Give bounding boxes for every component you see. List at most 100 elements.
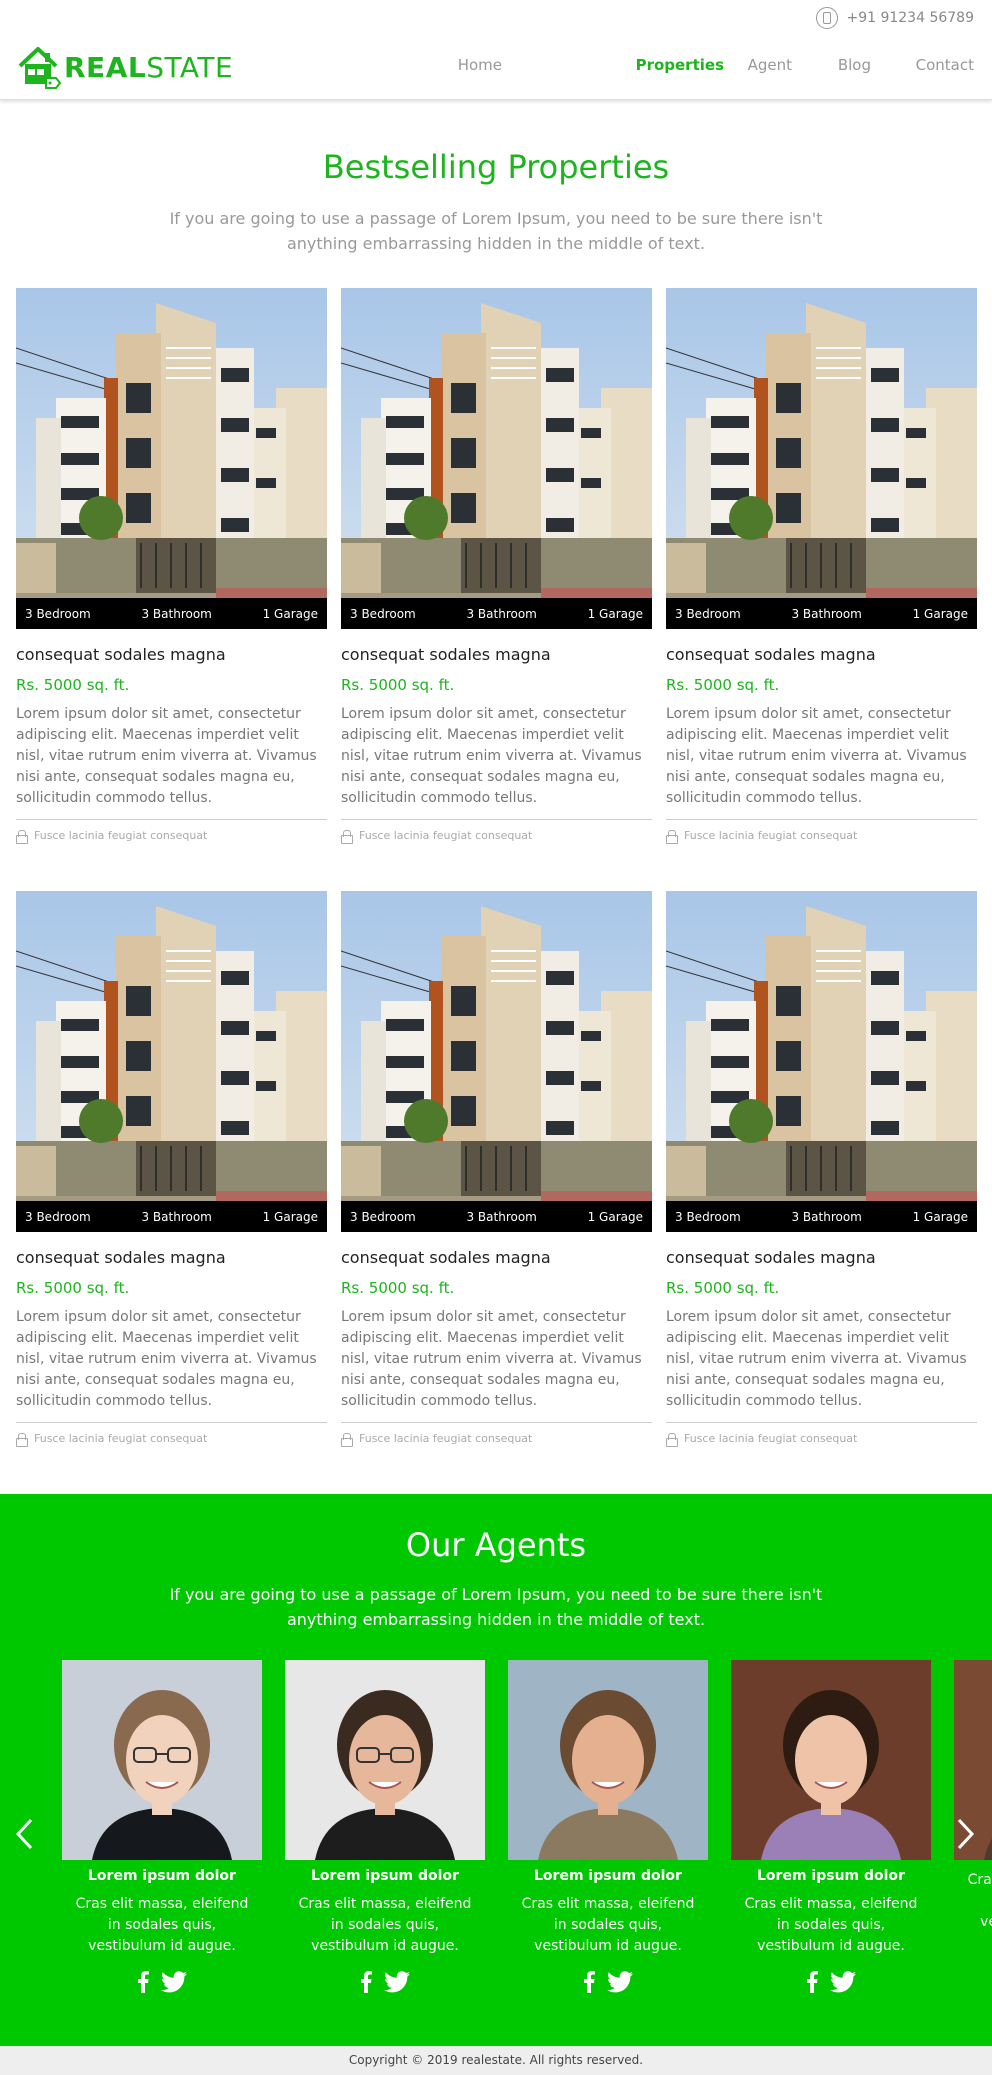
- bathroom-count: 3 Bathroom: [466, 606, 537, 621]
- agent-card[interactable]: Lorem ipsum dolor Cras elit massa, eleif…: [508, 1660, 708, 1993]
- agent-description: Cras elit massa, eleifend in sodales qui…: [967, 1872, 992, 1930]
- twitter-icon[interactable]: [161, 1971, 187, 1993]
- nav-home[interactable]: Home: [442, 56, 502, 74]
- carousel-next-arrow[interactable]: [954, 1814, 978, 1854]
- twitter-icon[interactable]: [830, 1971, 856, 1993]
- garage-count: 1 Garage: [912, 606, 968, 621]
- house-logo-icon: [18, 47, 62, 89]
- nav-agent[interactable]: Agent: [732, 56, 792, 74]
- navbar: REALSTATE Home Properties Agent Blog Con…: [0, 36, 992, 100]
- property-features: 3 Bedroom 3 Bathroom 1 Garage: [16, 598, 327, 629]
- agent-card[interactable]: Lorem ipsum dolor Cras elit massa, eleif…: [731, 1660, 931, 1993]
- bestselling-title: Bestselling Properties: [322, 148, 670, 186]
- facebook-icon[interactable]: [137, 1971, 149, 1993]
- nav-contact[interactable]: Contact: [904, 56, 974, 74]
- property-title[interactable]: consequat sodales magna: [16, 1248, 327, 1267]
- twitter-icon[interactable]: [607, 1971, 633, 1993]
- phone-number: +91 91234 56789: [846, 10, 974, 26]
- property-card[interactable]: 3 Bedroom 3 Bathroom 1 Garage consequat …: [341, 288, 652, 844]
- facebook-icon[interactable]: [583, 1971, 595, 1993]
- property-footer: Fusce lacinia feugiat consequat: [341, 1432, 652, 1447]
- building-photo: [16, 288, 327, 629]
- bedroom-count: 3 Bedroom: [25, 606, 91, 621]
- property-price: Rs. 5000 sq. ft.: [16, 676, 130, 694]
- bathroom-count: 3 Bathroom: [791, 1209, 862, 1224]
- agent-description: Cras elit massa, eleifend in sodales qui…: [75, 1896, 249, 1954]
- agent-photo[interactable]: [731, 1660, 931, 1860]
- property-title[interactable]: consequat sodales magna: [341, 1248, 652, 1267]
- agent-photo[interactable]: [285, 1660, 485, 1860]
- carousel-prev-arrow[interactable]: [12, 1814, 36, 1854]
- card-divider: [341, 1422, 652, 1423]
- bedroom-count: 3 Bedroom: [675, 1209, 741, 1224]
- property-image[interactable]: 3 Bedroom 3 Bathroom 1 Garage: [666, 891, 977, 1232]
- property-image[interactable]: 3 Bedroom 3 Bathroom 1 Garage: [341, 288, 652, 629]
- bathroom-count: 3 Bathroom: [141, 1209, 212, 1224]
- agent-portrait: [508, 1660, 708, 1860]
- property-title[interactable]: consequat sodales magna: [341, 645, 652, 664]
- garage-count: 1 Garage: [262, 1209, 318, 1224]
- property-card[interactable]: 3 Bedroom 3 Bathroom 1 Garage consequat …: [666, 288, 977, 844]
- agent-portrait: [285, 1660, 485, 1860]
- property-price: Rs. 5000 sq. ft.: [16, 1279, 130, 1297]
- property-description: Lorem ipsum dolor sit amet, consectetur …: [16, 1309, 317, 1409]
- nav-properties[interactable]: Properties: [614, 56, 724, 74]
- property-description: Lorem ipsum dolor sit amet, consectetur …: [341, 706, 642, 806]
- property-image[interactable]: 3 Bedroom 3 Bathroom 1 Garage: [666, 288, 977, 629]
- property-footer-text: Fusce lacinia feugiat consequat: [684, 829, 858, 842]
- building-photo: [666, 891, 977, 1232]
- footer-copyright: Copyright © 2019 realestate. All rights …: [0, 2046, 992, 2075]
- property-description: Lorem ipsum dolor sit amet, consectetur …: [666, 706, 967, 806]
- agent-card[interactable]: Lorem ipsum dolor Cras elit massa, eleif…: [62, 1660, 262, 1993]
- property-title[interactable]: consequat sodales magna: [16, 645, 327, 664]
- property-features: 3 Bedroom 3 Bathroom 1 Garage: [666, 1201, 977, 1232]
- bathroom-count: 3 Bathroom: [791, 606, 862, 621]
- lock-icon: [341, 1432, 353, 1447]
- garage-count: 1 Garage: [587, 606, 643, 621]
- lock-icon: [666, 829, 678, 844]
- property-image[interactable]: 3 Bedroom 3 Bathroom 1 Garage: [341, 891, 652, 1232]
- top-bar: +91 91234 56789: [0, 0, 992, 36]
- bathroom-count: 3 Bathroom: [466, 1209, 537, 1224]
- property-footer: Fusce lacinia feugiat consequat: [16, 1432, 327, 1447]
- agents-title: Our Agents: [405, 1526, 587, 1564]
- bedroom-count: 3 Bedroom: [25, 1209, 91, 1224]
- property-footer: Fusce lacinia feugiat consequat: [666, 829, 977, 844]
- agent-name: Lorem ipsum dolor: [311, 1868, 459, 1884]
- facebook-icon[interactable]: [360, 1971, 372, 1993]
- twitter-icon[interactable]: [384, 1971, 410, 1993]
- bestselling-subtitle: If you are going to use a passage of Lor…: [169, 209, 823, 253]
- building-photo: [341, 288, 652, 629]
- property-features: 3 Bedroom 3 Bathroom 1 Garage: [666, 598, 977, 629]
- property-card[interactable]: 3 Bedroom 3 Bathroom 1 Garage consequat …: [16, 288, 327, 844]
- facebook-icon[interactable]: [806, 1971, 818, 1993]
- property-card[interactable]: 3 Bedroom 3 Bathroom 1 Garage consequat …: [341, 891, 652, 1447]
- property-title[interactable]: consequat sodales magna: [666, 1248, 977, 1267]
- property-card[interactable]: 3 Bedroom 3 Bathroom 1 Garage consequat …: [666, 891, 977, 1447]
- agent-photo[interactable]: [508, 1660, 708, 1860]
- phone-contact[interactable]: +91 91234 56789: [816, 7, 974, 29]
- logo[interactable]: REALSTATE: [16, 44, 233, 90]
- property-footer: Fusce lacinia feugiat consequat: [341, 829, 652, 844]
- building-photo: [341, 891, 652, 1232]
- property-footer-text: Fusce lacinia feugiat consequat: [34, 829, 208, 842]
- agent-name: Lorem ipsum dolor: [534, 1868, 682, 1884]
- property-footer-text: Fusce lacinia feugiat consequat: [359, 1432, 533, 1445]
- property-image[interactable]: 3 Bedroom 3 Bathroom 1 Garage: [16, 288, 327, 629]
- bedroom-count: 3 Bedroom: [350, 1209, 416, 1224]
- nav-blog[interactable]: Blog: [811, 56, 871, 74]
- property-title[interactable]: consequat sodales magna: [666, 645, 977, 664]
- agent-card[interactable]: Lorem ipsum dolor Cras elit massa, eleif…: [285, 1660, 485, 1993]
- agent-description: Cras elit massa, eleifend in sodales qui…: [521, 1896, 695, 1954]
- logo-text: REALSTATE: [64, 50, 234, 84]
- property-image[interactable]: 3 Bedroom 3 Bathroom 1 Garage: [16, 891, 327, 1232]
- garage-count: 1 Garage: [262, 606, 318, 621]
- lock-icon: [341, 829, 353, 844]
- agent-social-links: [62, 1971, 262, 1993]
- property-card[interactable]: 3 Bedroom 3 Bathroom 1 Garage consequat …: [16, 891, 327, 1447]
- card-divider: [16, 819, 327, 820]
- property-footer: Fusce lacinia feugiat consequat: [666, 1432, 977, 1447]
- property-description: Lorem ipsum dolor sit amet, consectetur …: [16, 706, 317, 806]
- agent-social-links: [508, 1971, 708, 1993]
- agent-photo[interactable]: [62, 1660, 262, 1860]
